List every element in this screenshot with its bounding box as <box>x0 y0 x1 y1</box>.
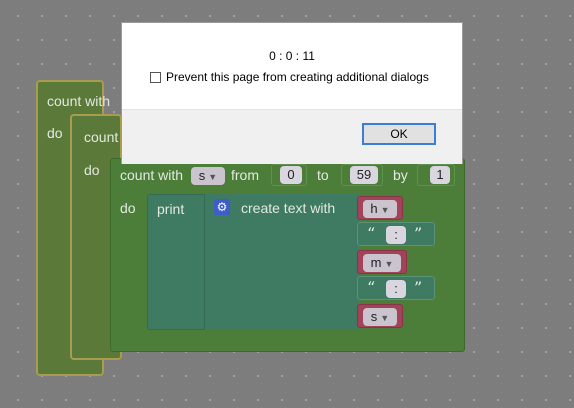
dialog-message: 0 : 0 : 11 <box>269 49 315 63</box>
outer-loop-label: count with <box>47 93 111 109</box>
chevron-down-icon: ▼ <box>208 172 218 182</box>
text-block-colon-2[interactable]: “ : ” <box>357 276 435 300</box>
outer-loop-do-label: do <box>47 125 63 141</box>
by-label: by <box>393 167 408 183</box>
print-label: print <box>157 201 185 217</box>
from-value[interactable]: 0 <box>280 166 302 184</box>
chevron-down-icon: ▼ <box>384 259 394 269</box>
to-label: to <box>317 167 329 183</box>
quote-open-icon: “ <box>367 224 376 243</box>
by-value[interactable]: 1 <box>430 166 450 184</box>
inner-loop-label: count with <box>120 167 184 183</box>
variable-dropdown-m[interactable]: m ▼ <box>363 254 401 272</box>
text-field-colon-1[interactable]: : <box>386 226 406 244</box>
quote-open-icon: “ <box>367 278 376 297</box>
create-text-label: create text with <box>241 200 336 216</box>
quote-close-icon: ” <box>414 224 423 243</box>
middle-loop-label: count <box>84 129 119 145</box>
loop-variable-dropdown[interactable]: s ▼ <box>191 167 225 185</box>
ok-button[interactable]: OK <box>362 123 436 145</box>
from-label: from <box>231 167 259 183</box>
to-value[interactable]: 59 <box>350 166 378 184</box>
create-text-with-block[interactable]: ⚙ create text with <box>204 194 359 330</box>
chevron-down-icon: ▼ <box>380 205 390 215</box>
variable-dropdown-h[interactable]: h ▼ <box>363 200 397 218</box>
prevent-dialogs-label[interactable]: Prevent this page from creating addition… <box>166 70 429 84</box>
inner-loop-do-label: do <box>120 200 136 216</box>
text-block-colon-1[interactable]: “ : ” <box>357 222 435 246</box>
variable-block-h[interactable]: h ▼ <box>357 196 403 220</box>
to-number-block[interactable]: 59 <box>341 164 383 186</box>
variable-block-m[interactable]: m ▼ <box>357 250 407 274</box>
prevent-dialogs-checkbox[interactable] <box>150 72 161 83</box>
middle-loop-do-label: do <box>84 162 100 178</box>
by-number-block[interactable]: 1 <box>417 164 455 186</box>
gear-icon[interactable]: ⚙ <box>214 199 230 215</box>
from-number-block[interactable]: 0 <box>271 164 307 186</box>
chevron-down-icon: ▼ <box>380 313 390 323</box>
quote-close-icon: ” <box>414 278 423 297</box>
variable-block-s[interactable]: s ▼ <box>357 304 403 328</box>
alert-dialog: 0 : 0 : 11 Prevent this page from creati… <box>121 22 463 164</box>
text-field-colon-2[interactable]: : <box>386 280 406 298</box>
variable-dropdown-s[interactable]: s ▼ <box>363 308 397 326</box>
